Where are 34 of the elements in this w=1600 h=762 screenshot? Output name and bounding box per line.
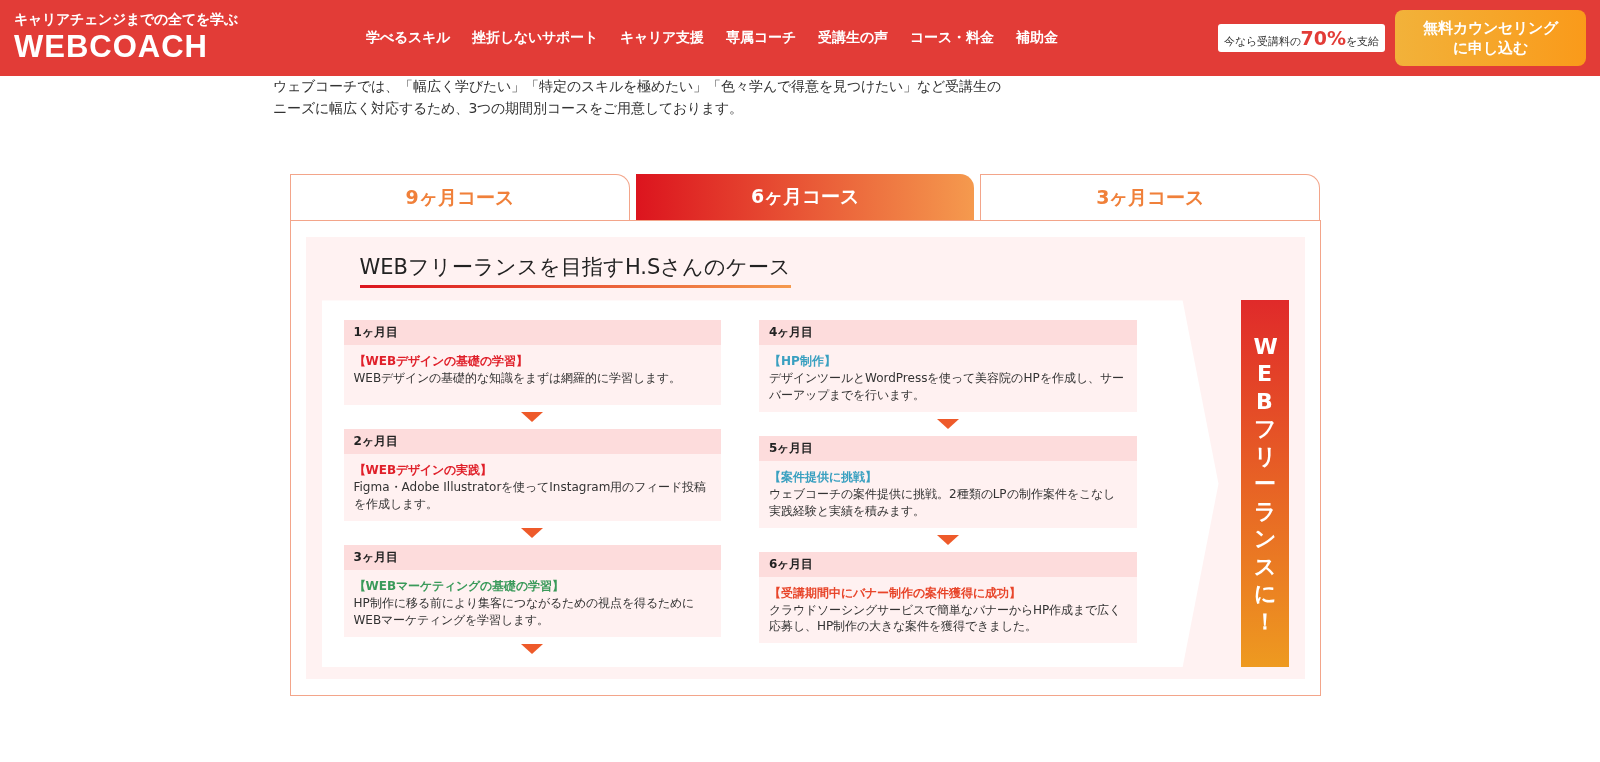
step-description: デザインツールとWordPressを使って美容院のHPを作成し、サーバーアップまでを行います。 (769, 370, 1125, 404)
step-title: 【WEBデザインの実践】 (353, 462, 494, 480)
intro-text: ウェブコーチでは、「幅広く学びたい」「特定のスキルを極めたい」「色々学んで得意を見つけたい」など受講生のニーズに幅広く対応するため、3つの期間別コースをご用意しております。 (272, 77, 1002, 118)
nav-link[interactable]: 学べるスキル (366, 29, 450, 47)
step-title: 【WEBデザインの基礎の学習】 (353, 353, 530, 371)
step-title: 【HP制作】 (769, 353, 837, 371)
step-description: Figma・Adobe Illustratorを使ってInstagram用のフィード投稿を作成します。 (353, 479, 708, 513)
logo[interactable]: WEBCOACH (14, 29, 208, 65)
course-tab[interactable]: 6ヶ月コース (635, 174, 975, 221)
step-description: クラウドソーシングサービスで簡単なバナーからHP作成まで広く応募し、HP制作の大きな案件を獲得できました。 (769, 601, 1123, 636)
nav-link[interactable]: 受講生の声 (818, 29, 888, 47)
nav-link[interactable]: コース・料金 (910, 29, 994, 47)
step-description: ウェブコーチの案件提供に挑戦。2種類のLPの制作案件をこなし実践経験と実績を積みます。 (769, 485, 1116, 520)
step-month: 6ヶ月目 (759, 551, 1137, 577)
step-title: 【案件提供に挑戦】 (769, 468, 878, 486)
step-month: 5ヶ月目 (759, 435, 1137, 461)
nav-link[interactable]: 専属コーチ (726, 29, 796, 47)
nav-link[interactable]: キャリア支援 (620, 29, 704, 47)
logo-tagline: キャリアチェンジまでの全てを学ぶ (14, 11, 239, 29)
step-month: 1ヶ月目 (343, 320, 721, 346)
step-month: 4ヶ月目 (759, 320, 1137, 346)
subsidy-badge: 今なら受講料の70%を支給 (1217, 24, 1385, 52)
nav-link[interactable]: 挫折しないサポート (472, 29, 598, 47)
step-month: 3ヶ月目 (343, 544, 721, 570)
step-title: 【WEBマーケティングの基礎の学習】 (353, 577, 566, 595)
case-title: WEBフリーランスを目指すH.Sさんのケース (359, 253, 792, 289)
course-tab[interactable]: 3ヶ月コース (980, 174, 1321, 221)
step-description: HP制作に移る前により集客につながるための視点を得るためにWEBマーケティングを学習します。 (353, 594, 695, 629)
step-month: 2ヶ月目 (343, 429, 721, 455)
course-tab[interactable]: 9ヶ月コース (289, 174, 630, 221)
step-description: WEBデザインの基礎的な知識をまずは網羅的に学習します。 (353, 370, 683, 388)
nav-link[interactable]: 補助金 (1016, 29, 1058, 47)
goal-text: WEBフリーランスに！ (1253, 332, 1276, 635)
step-title: 【受講期間中にバナー制作の案件獲得に成功】 (769, 584, 1022, 602)
